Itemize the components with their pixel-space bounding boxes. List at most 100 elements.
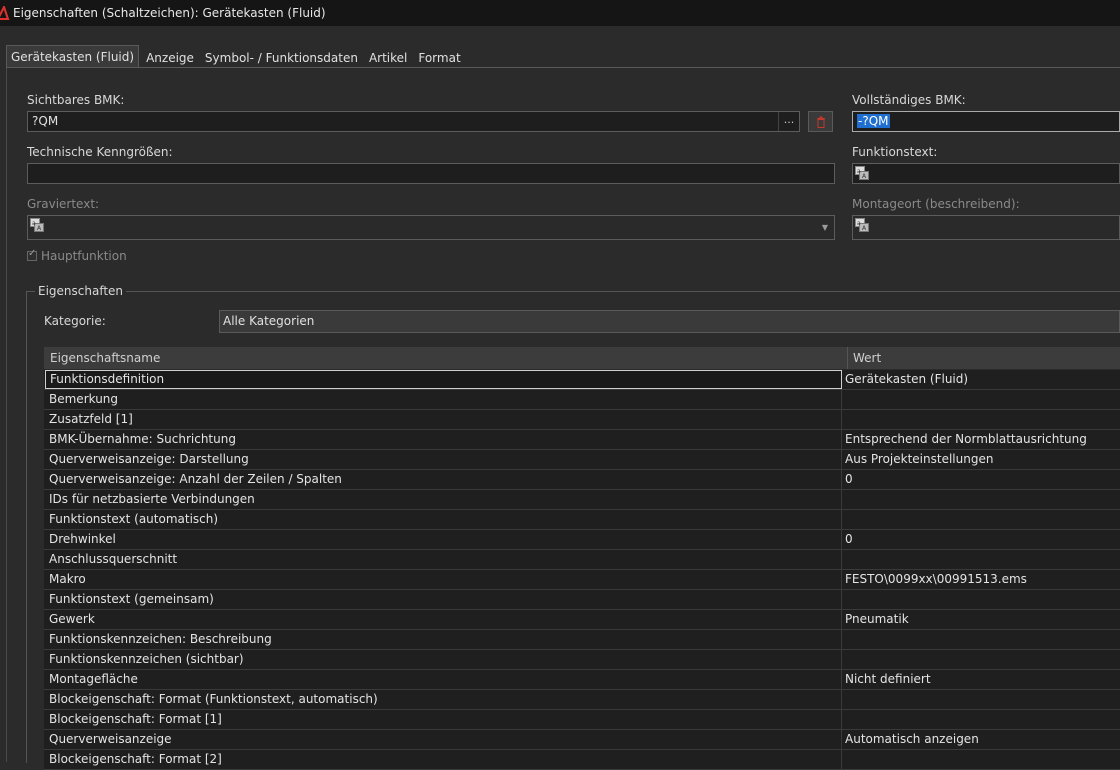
tab-bar: Gerätekasten (Fluid) Anzeige Symbol- / F… [0, 26, 1120, 68]
montageort-input[interactable]: a A [852, 215, 1120, 240]
multilanguage-icon: a A [855, 166, 869, 180]
vollstaendiges-bmk-label: Vollständiges BMK: [852, 93, 966, 107]
funktionstext-input[interactable]: a A [852, 163, 1120, 184]
property-value[interactable] [842, 390, 1120, 409]
table-row[interactable]: Funktionskennzeichen (sichtbar) [44, 650, 1120, 670]
graviertext-label: Graviertext: [27, 197, 100, 211]
property-value[interactable]: Nicht definiert [842, 670, 1120, 689]
property-name: Montagefläche [45, 670, 842, 689]
property-value[interactable]: Aus Projekteinstellungen [842, 450, 1120, 469]
property-name: Makro [45, 570, 842, 589]
tab-anzeige[interactable]: Anzeige [142, 48, 198, 68]
multilanguage-icon: a A [855, 218, 869, 232]
title-bar: Eigenschaften (Schaltzeichen): Gerätekas… [0, 0, 1120, 26]
property-value[interactable]: 0 [842, 470, 1120, 489]
table-row[interactable]: Anschlussquerschnitt [44, 550, 1120, 570]
property-name: Gewerk [45, 610, 842, 629]
properties-grid: Eigenschaftsname Wert Funktionsdefinitio… [44, 347, 1120, 770]
property-value[interactable] [842, 650, 1120, 669]
vollstaendiges-bmk-value: -?QM [857, 114, 890, 128]
tab-symbol-funktionsdaten[interactable]: Symbol- / Funktionsdaten [201, 48, 362, 68]
table-row[interactable]: Funktionstext (automatisch) [44, 510, 1120, 530]
property-name: Blockeigenschaft: Format [1] [45, 710, 842, 729]
chevron-down-icon[interactable]: ▼ [820, 216, 830, 239]
property-value[interactable] [842, 410, 1120, 429]
property-value[interactable]: Automatisch anzeigen [842, 730, 1120, 749]
table-row[interactable]: Blockeigenschaft: Format [2] [44, 750, 1120, 770]
column-header-value[interactable]: Wert [848, 347, 1120, 369]
property-name: Bemerkung [45, 390, 842, 409]
table-row[interactable]: IDs für netzbasierte Verbindungen [44, 490, 1120, 510]
tab-geraetekasten[interactable]: Gerätekasten (Fluid) [6, 45, 140, 68]
tab-format[interactable]: Format [414, 48, 464, 68]
property-name: Blockeigenschaft: Format (Funktionstext,… [45, 690, 842, 709]
sichtbares-bmk-input[interactable]: ?QM ... [27, 111, 800, 132]
svg-text:a: a [857, 220, 861, 227]
table-row[interactable]: BMK-Übernahme: Suchrichtung Entsprechend … [44, 430, 1120, 450]
property-name: IDs für netzbasierte Verbindungen [45, 490, 842, 509]
property-value[interactable] [842, 690, 1120, 709]
delete-button[interactable] [808, 111, 833, 132]
property-value[interactable]: FESTO\0099xx\00991513.ems [842, 570, 1120, 589]
property-value[interactable]: Pneumatik [842, 610, 1120, 629]
kategorie-dropdown[interactable]: Alle Kategorien [219, 310, 1120, 333]
property-name: Querverweisanzeige: Darstellung [45, 450, 842, 469]
property-value[interactable] [842, 630, 1120, 649]
table-row[interactable]: Makro FESTO\0099xx\00991513.ems [44, 570, 1120, 590]
table-row[interactable]: Bemerkung [44, 390, 1120, 410]
technische-kenngroessen-input[interactable] [27, 163, 835, 184]
property-name: Zusatzfeld [1] [45, 410, 842, 429]
table-row[interactable]: Blockeigenschaft: Format [1] [44, 710, 1120, 730]
table-row[interactable]: Funktionstext (gemeinsam) [44, 590, 1120, 610]
property-value[interactable]: Gerätekasten (Fluid) [842, 370, 1120, 389]
eigenschaften-group-title: Eigenschaften [35, 284, 127, 298]
svg-text:a: a [32, 220, 36, 227]
property-name: Blockeigenschaft: Format [2] [45, 750, 842, 769]
property-value[interactable] [842, 710, 1120, 729]
table-row[interactable]: Montagefläche Nicht definiert [44, 670, 1120, 690]
property-name: Drehwinkel [45, 530, 842, 549]
table-row[interactable]: Blockeigenschaft: Format (Funktionstext,… [44, 690, 1120, 710]
trash-icon [816, 116, 825, 128]
ellipsis-button[interactable]: ... [778, 112, 799, 131]
property-name: Funktionsdefinition [45, 370, 842, 389]
svg-text:a: a [857, 168, 861, 175]
property-name: Anschlussquerschnitt [45, 550, 842, 569]
property-name: Funktionstext (automatisch) [45, 510, 842, 529]
property-name: BMK-Übernahme: Suchrichtung [45, 430, 842, 449]
property-value[interactable] [842, 590, 1120, 609]
vollstaendiges-bmk-input[interactable]: -?QM [852, 111, 1120, 132]
kategorie-value: Alle Kategorien [223, 314, 315, 328]
sichtbares-bmk-value: ?QM [32, 114, 59, 128]
table-row[interactable]: Funktionsdefinition Gerätekasten (Fluid) [44, 370, 1120, 390]
property-value[interactable]: 0 [842, 530, 1120, 549]
grid-header: Eigenschaftsname Wert [44, 347, 1120, 370]
property-value[interactable] [842, 490, 1120, 509]
kategorie-label: Kategorie: [44, 314, 106, 328]
property-value[interactable] [842, 510, 1120, 529]
technische-kenngroessen-label: Technische Kenngrößen: [27, 145, 173, 159]
table-row[interactable]: Zusatzfeld [1] [44, 410, 1120, 430]
funktionstext-label: Funktionstext: [852, 145, 938, 159]
property-value[interactable] [842, 750, 1120, 769]
table-row[interactable]: Querverweisanzeige: Darstellung Aus Proje… [44, 450, 1120, 470]
graviertext-dropdown[interactable]: a A ▼ [27, 215, 835, 240]
property-name: Funktionskennzeichen (sichtbar) [45, 650, 842, 669]
property-name: Funktionskennzeichen: Beschreibung [45, 630, 842, 649]
sichtbares-bmk-label: Sichtbares BMK: [27, 93, 125, 107]
property-name: Querverweisanzeige [45, 730, 842, 749]
hauptfunktion-checkbox-row[interactable]: Hauptfunktion [27, 248, 127, 263]
tab-artikel[interactable]: Artikel [365, 48, 411, 68]
property-value[interactable]: Entsprechend der Normblattausrichtung [842, 430, 1120, 449]
property-value[interactable] [842, 550, 1120, 569]
table-row[interactable]: Querverweisanzeige: Anzahl der Zeilen / … [44, 470, 1120, 490]
table-row[interactable]: Gewerk Pneumatik [44, 610, 1120, 630]
column-header-name[interactable]: Eigenschaftsname [44, 347, 848, 369]
app-logo-icon [0, 6, 10, 20]
checkbox-checked-icon[interactable] [27, 248, 37, 261]
window-title: Eigenschaften (Schaltzeichen): Gerätekas… [13, 6, 326, 20]
multilanguage-icon: a A [30, 218, 44, 232]
table-row[interactable]: Drehwinkel 0 [44, 530, 1120, 550]
table-row[interactable]: Querverweisanzeige Automatisch anzeigen [44, 730, 1120, 750]
table-row[interactable]: Funktionskennzeichen: Beschreibung [44, 630, 1120, 650]
